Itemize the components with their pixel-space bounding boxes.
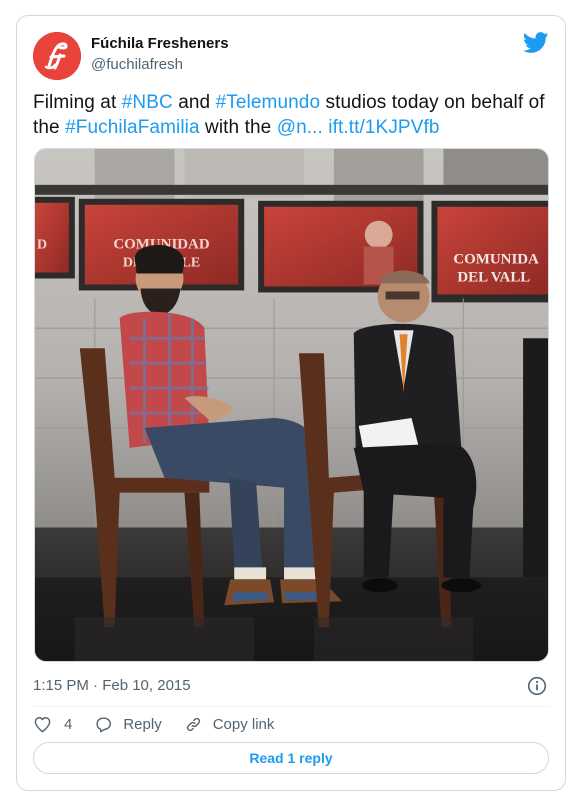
copy-link-label: Copy link [212, 715, 275, 733]
tweet-actions: 4 Reply Copy link [33, 714, 296, 734]
tweet-text-segment: with the [199, 117, 277, 138]
tweet-header: Fúchila Fresheners @fuchilafresh [33, 32, 549, 80]
tweet-timestamp[interactable]: 1:15 PM · Feb 10, 2015 [33, 677, 191, 694]
right-screen-line1: COMUNIDA [453, 252, 539, 268]
tweet-link[interactable]: @n... [277, 117, 323, 138]
tweet-text-segment: and [172, 92, 216, 113]
studio-photo: D COMUNIDAD DEL VALLE COMUNIDA DEL VALL [35, 149, 548, 661]
tweet-link[interactable]: #NBC [122, 92, 173, 113]
reply-button[interactable]: Reply [94, 715, 162, 734]
right-screen-line2: DEL VALL [457, 269, 530, 285]
tweet-card: Fúchila Fresheners @fuchilafresh Filming… [16, 15, 566, 791]
author-names[interactable]: Fúchila Fresheners @fuchilafresh [91, 34, 229, 75]
read-replies-button[interactable]: Read 1 reply [33, 742, 549, 774]
left-screen-text: D [37, 238, 47, 253]
twitter-bird-icon[interactable] [523, 32, 549, 54]
info-icon[interactable] [527, 676, 547, 696]
tweet-photo[interactable]: D COMUNIDAD DEL VALLE COMUNIDA DEL VALL [34, 148, 549, 662]
author-display-name[interactable]: Fúchila Fresheners [91, 34, 229, 54]
heart-icon [34, 716, 51, 732]
like-count: 4 [64, 715, 73, 733]
author-handle[interactable]: @fuchilafresh [91, 55, 229, 75]
like-button[interactable]: 4 [33, 715, 72, 734]
tweet-link[interactable]: ift.tt/1KJPVfb [328, 117, 439, 138]
tweet-text: Filming at #NBC and #Telemundo studios t… [33, 90, 553, 140]
divider [33, 706, 549, 707]
tweet-link[interactable]: #Telemundo [216, 92, 321, 113]
copy-link-button[interactable]: Copy link [184, 715, 275, 734]
tweet-text-segment: Filming at [33, 92, 122, 113]
avatar[interactable] [33, 32, 81, 80]
reply-icon [96, 716, 112, 732]
reply-label: Reply [123, 715, 162, 733]
link-icon [186, 717, 200, 731]
fuchila-logo-icon [33, 32, 81, 80]
tweet-link[interactable]: #FuchilaFamilia [65, 117, 200, 138]
